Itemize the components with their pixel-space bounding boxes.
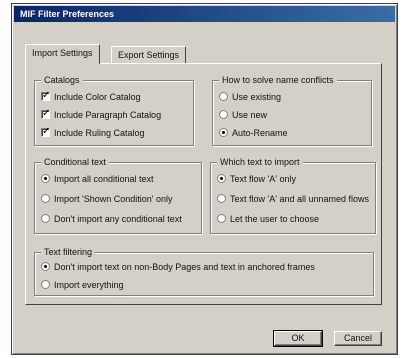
import-settings-panel: Catalogs Include Color Catalog Include P… [25,63,382,305]
option-label: Include Color Catalog [54,92,141,102]
radio-unselected-icon [41,280,50,289]
include-paragraph-catalog-checkbox[interactable]: Include Paragraph Catalog [41,108,162,121]
import-everything-radio[interactable]: Import everything [41,279,124,291]
tab-export-settings[interactable]: Export Settings [111,46,187,63]
name-conflicts-title: How to solve name conflicts [219,75,337,86]
radio-unselected-icon [41,214,50,223]
text-flow-a-and-unnamed-radio[interactable]: Text flow 'A' and all unnamed flows [217,193,369,205]
option-label: Text flow 'A' only [230,174,296,184]
option-label: Use new [232,110,268,120]
name-conflicts-group: How to solve name conflicts Use existing… [212,75,372,146]
radio-unselected-icon [41,194,50,203]
import-all-conditional-radio[interactable]: Import all conditional text [41,173,154,185]
use-new-radio[interactable]: Use new [219,109,267,121]
option-label: Let the user to choose [230,214,320,224]
option-label: Text flow 'A' and all unnamed flows [230,194,370,204]
radio-selected-icon [217,174,226,183]
tab-import-settings[interactable]: Import Settings [25,44,100,64]
radio-unselected-icon [219,110,228,119]
radio-unselected-icon [219,92,228,101]
text-filtering-group: Text filtering Don't import text on non-… [34,247,374,296]
radio-selected-icon [219,128,228,137]
preferences-dialog: MIF Filter Preferences Import Settings E… [11,3,398,355]
option-label: Include Ruling Catalog [54,128,145,138]
option-label: Import everything [54,280,124,290]
text-filtering-title: Text filtering [41,247,96,258]
conditional-text-title: Conditional text [41,157,110,168]
option-label: Use existing [232,92,282,102]
option-label: Don't import any conditional text [54,214,182,224]
which-text-title: Which text to import [217,157,303,168]
option-label: Import all conditional text [54,174,154,184]
radio-unselected-icon [217,194,226,203]
option-label: Auto-Rename [232,128,288,138]
radio-selected-icon [41,174,50,183]
checkbox-checked-icon [41,108,50,120]
option-label: Import 'Shown Condition' only [54,194,173,204]
include-color-catalog-checkbox[interactable]: Include Color Catalog [41,90,141,103]
radio-selected-icon [41,262,50,271]
cancel-button[interactable]: Cancel [334,331,382,346]
radio-unselected-icon [217,214,226,223]
text-flow-a-only-radio[interactable]: Text flow 'A' only [217,173,296,185]
which-text-group: Which text to import Text flow 'A' only … [210,157,376,234]
checkbox-checked-icon [41,90,50,102]
dont-import-conditional-radio[interactable]: Don't import any conditional text [41,213,182,225]
import-shown-condition-radio[interactable]: Import 'Shown Condition' only [41,193,173,205]
catalogs-group: Catalogs Include Color Catalog Include P… [34,75,194,146]
checkbox-checked-icon [41,126,50,138]
auto-rename-radio[interactable]: Auto-Rename [219,127,288,139]
include-ruling-catalog-checkbox[interactable]: Include Ruling Catalog [41,126,145,139]
let-user-choose-radio[interactable]: Let the user to choose [217,213,319,225]
dont-import-non-body-radio[interactable]: Don't import text on non-Body Pages and … [41,261,315,273]
dialog-title: MIF Filter Preferences [14,6,395,22]
use-existing-radio[interactable]: Use existing [219,91,281,103]
ok-button[interactable]: OK [273,330,323,347]
option-label: Don't import text on non-Body Pages and … [54,262,315,272]
conditional-text-group: Conditional text Import all conditional … [34,157,202,234]
catalogs-title: Catalogs [41,75,83,86]
option-label: Include Paragraph Catalog [54,110,162,120]
